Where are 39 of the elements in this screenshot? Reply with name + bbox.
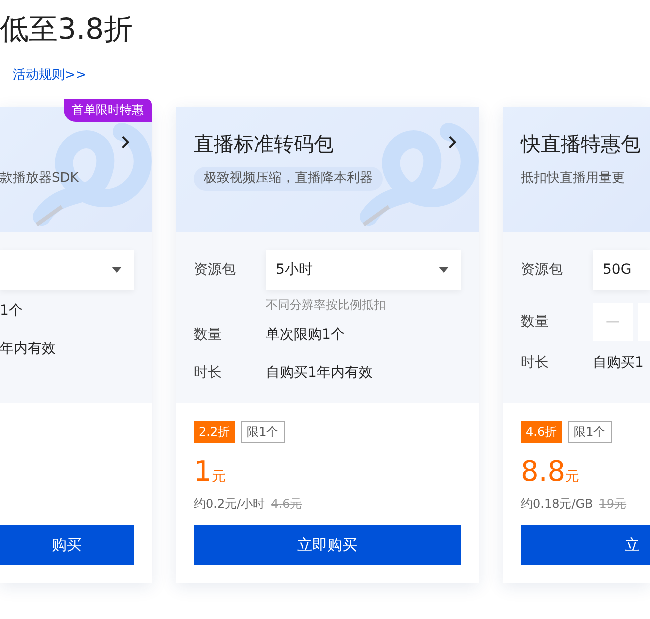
limit-tag: 限1个	[241, 421, 285, 443]
chevron-right-icon[interactable]	[121, 136, 130, 149]
limit-tag: 限1个	[568, 421, 612, 443]
promo-title: 低至3.8折	[0, 11, 134, 48]
field-label: 时长	[194, 364, 223, 382]
buy-button[interactable]: 立即购买	[194, 525, 461, 565]
caret-down-icon	[112, 267, 122, 273]
field-value: 自购买1	[593, 354, 644, 372]
package-select[interactable]: 5小时	[266, 250, 461, 290]
field-value: 自购买1年内有效	[266, 364, 373, 382]
rules-link[interactable]: 活动规则>>	[13, 66, 87, 84]
buy-button[interactable]: 购买	[0, 525, 134, 565]
caret-down-icon	[439, 267, 449, 273]
field-label: 资源包	[521, 261, 564, 279]
card-subtitle: 极致视频压缩，直播降本利器	[194, 167, 383, 191]
price: 8.8元	[521, 455, 581, 490]
discount-tag: 2.2折	[194, 421, 236, 443]
field-label: 数量	[194, 326, 223, 344]
field-hint: 不同分辨率按比例抵扣	[266, 297, 387, 314]
field-value: 年内有效	[0, 340, 56, 358]
field-label: 资源包	[194, 261, 237, 279]
original-price: 19元	[599, 497, 627, 511]
buy-button[interactable]: 立	[521, 525, 650, 565]
discount-tag: 4.6折	[521, 421, 562, 443]
field-label: 时长	[521, 354, 550, 372]
field-value: 单次限购1个	[266, 326, 345, 344]
price: 1 元	[194, 455, 227, 490]
card-subtitle: 抵扣快直播用量更	[521, 170, 625, 188]
package-select[interactable]: 50G	[593, 250, 650, 290]
card-title: 快直播特惠包	[521, 131, 641, 158]
promo-badge: 首单限时特惠	[64, 99, 152, 122]
field-label: 数量	[521, 313, 550, 331]
card-subtitle: 款播放器SDK	[0, 170, 79, 188]
field-value: 1个	[0, 302, 23, 320]
unit-price: 约0.2元/小时	[194, 497, 266, 511]
unit-price: 约0.18元/GB	[521, 497, 594, 511]
chevron-right-icon[interactable]	[448, 136, 457, 149]
original-price: 4.6元	[271, 497, 302, 511]
card-title: 直播标准转码包	[194, 131, 334, 158]
